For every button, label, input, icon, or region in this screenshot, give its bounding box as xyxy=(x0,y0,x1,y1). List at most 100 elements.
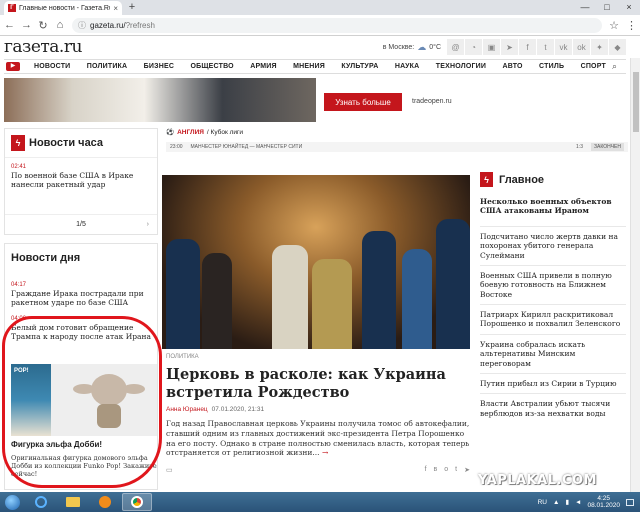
lightning-icon: ϟ xyxy=(480,172,493,187)
telegram-share-icon[interactable]: ➤ xyxy=(464,466,470,474)
menu-item[interactable]: АРМИЯ xyxy=(250,63,277,70)
match-ticker[interactable]: ⚽ АНГЛИЯ / Кубок лиги 23:00 МАНЧЕСТЕР ЮН… xyxy=(166,128,628,160)
menu-item[interactable]: АВТО xyxy=(502,63,522,70)
promo-title[interactable]: Фигурка эльфа Добби! xyxy=(11,440,102,449)
language-indicator[interactable]: RU xyxy=(538,499,547,506)
mail-icon[interactable]: @ xyxy=(447,39,464,55)
weather-widget: в Москве: ☁ 0°C xyxy=(383,42,441,53)
menu-item[interactable]: СТИЛЬ xyxy=(539,63,564,70)
news-day-link[interactable]: Белый дом готовит обращение Трампа к нар… xyxy=(11,323,151,342)
news-day-link[interactable]: Граждане Ирака пострадали при ракетном у… xyxy=(11,289,151,308)
dobby-body xyxy=(97,404,121,428)
main-news-item[interactable]: Военных США привели в полную боевую гото… xyxy=(480,264,626,304)
video-small-icon[interactable]: ▭ xyxy=(166,466,173,474)
forward-icon[interactable]: → xyxy=(21,19,32,31)
next-arrow-icon[interactable]: › xyxy=(147,221,149,228)
menu-item[interactable]: БИЗНЕС xyxy=(144,63,174,70)
menu-item[interactable]: НОВОСТИ xyxy=(34,63,70,70)
close-window-button[interactable]: × xyxy=(618,0,640,15)
ok-share-icon[interactable]: o xyxy=(444,466,448,474)
main-news-item[interactable]: Подсчитано число жертв давки на похорона… xyxy=(480,225,626,265)
scrollbar-thumb[interactable] xyxy=(633,72,639,132)
start-button[interactable] xyxy=(0,492,24,512)
facebook-share-icon[interactable]: f xyxy=(425,466,427,474)
system-tray: RU ▲ ▮ ◄ 4:25 08.01.2020 xyxy=(538,495,640,509)
lightning-icon: ϟ xyxy=(11,135,25,151)
url-field[interactable]: ⓘ gazeta.ru/?refresh xyxy=(72,17,602,33)
address-bar: ← → ↻ ⌂ ⓘ gazeta.ru/?refresh ☆ ⋮ xyxy=(0,15,640,36)
windows-orb-icon xyxy=(4,494,20,510)
site-header: газета.ru в Москве: ☁ 0°C @ ◔ ▣ ➤ f t vk… xyxy=(0,36,630,58)
learn-more-button[interactable]: Узнать больше xyxy=(324,93,402,111)
facebook-icon[interactable]: f xyxy=(519,39,536,55)
taskbar-ie[interactable] xyxy=(26,493,56,511)
taskbar-chrome[interactable] xyxy=(122,493,152,511)
home-icon[interactable]: ⌂ xyxy=(55,19,65,31)
clock[interactable]: 4:25 08.01.2020 xyxy=(587,495,620,509)
news-hour-header: ϟ Новости часа xyxy=(5,129,157,158)
zen-icon[interactable]: ✦ xyxy=(591,39,608,55)
menu-item[interactable]: КУЛЬТУРА xyxy=(341,63,378,70)
news-hour-link[interactable]: По военной базе США в Ираке нанесли раке… xyxy=(11,171,151,190)
article-lead-text: Год назад Православная церковь Украины п… xyxy=(166,419,470,458)
network-icon[interactable]: ▮ xyxy=(565,498,569,506)
ad-url[interactable]: tradeopen.ru xyxy=(412,98,452,105)
minimize-button[interactable]: — xyxy=(574,0,596,15)
menu-dots-icon[interactable]: ⋮ xyxy=(626,19,637,32)
main-news-lead[interactable]: Несколько военных объектов США атакованы… xyxy=(480,197,626,216)
menu-item[interactable]: ТЕХНОЛОГИИ xyxy=(436,63,486,70)
show-hidden-icons-icon[interactable]: ▲ xyxy=(553,499,559,506)
funko-logo: POP! xyxy=(14,368,29,374)
info-icon[interactable]: ⓘ xyxy=(78,20,86,31)
article-photo[interactable] xyxy=(162,175,470,349)
odnoklassniki-icon[interactable]: ok xyxy=(573,39,590,55)
window-controls: — □ × xyxy=(574,0,640,15)
football-icon: ⚽ xyxy=(166,129,175,136)
menu-item[interactable]: МНЕНИЯ xyxy=(293,63,325,70)
ad-banner[interactable]: Узнать больше tradeopen.ru xyxy=(4,78,626,122)
main-news-item[interactable]: Власти Австралии убьют тысячи верблюдов … xyxy=(480,393,626,423)
promo-description[interactable]: Оригинальная фигурка домового эльфа Добб… xyxy=(11,454,157,478)
bookmark-star-icon[interactable]: ☆ xyxy=(609,19,619,32)
volume-icon[interactable]: ◄ xyxy=(575,499,581,506)
menu-item[interactable]: СПОРТ xyxy=(581,63,606,70)
new-tab-button[interactable]: + xyxy=(126,2,138,14)
main-news-item[interactable]: Украина собралась искать альтернативы Ми… xyxy=(480,333,626,373)
search-icon[interactable]: ⌕ xyxy=(612,61,626,72)
dzen-icon[interactable]: ◆ xyxy=(609,39,626,55)
site-logo[interactable]: газета.ru xyxy=(4,37,82,57)
video-icon[interactable]: ▶ xyxy=(6,62,20,71)
rss-icon[interactable]: ◔ xyxy=(465,39,482,55)
url-path: ?refresh xyxy=(125,20,155,30)
menu-item[interactable]: ОБЩЕСТВО xyxy=(190,63,233,70)
vk-icon[interactable]: vk xyxy=(555,39,572,55)
menu-item[interactable]: ПОЛИТИКА xyxy=(87,63,127,70)
article-title[interactable]: Церковь в расколе: как Украина встретила… xyxy=(166,366,470,402)
taskbar-media[interactable] xyxy=(90,493,120,511)
match-country: АНГЛИЯ xyxy=(177,128,204,136)
dobby-figure-image[interactable]: POP! xyxy=(11,364,157,436)
flipboard-icon[interactable]: ▣ xyxy=(483,39,500,55)
article-lead[interactable]: Год назад Православная церковь Украины п… xyxy=(166,419,470,458)
article-author[interactable]: Анна Юранец xyxy=(166,406,208,413)
article-category[interactable]: ПОЛИТИКА xyxy=(166,354,199,360)
close-tab-icon[interactable]: × xyxy=(113,4,118,13)
page-scrollbar[interactable] xyxy=(630,58,640,492)
maximize-button[interactable]: □ xyxy=(596,0,618,15)
menu-burger[interactable]: ▶ xyxy=(4,60,34,73)
news-hour-time: 02:41 xyxy=(11,164,27,170)
back-icon[interactable]: ← xyxy=(4,19,15,31)
show-desktop-button[interactable] xyxy=(626,498,634,506)
browser-tab[interactable]: Г Главные новости - Газета.Ru × xyxy=(4,1,122,15)
news-hour-panel: ϟ Новости часа 02:41 По военной базе США… xyxy=(4,128,158,235)
telegram-icon[interactable]: ➤ xyxy=(501,39,518,55)
main-news-item[interactable]: Патриарх Кирилл раскритиковал Порошенко … xyxy=(480,304,626,334)
vk-share-icon[interactable]: в xyxy=(434,466,438,474)
twitter-icon[interactable]: t xyxy=(537,39,554,55)
taskbar-explorer[interactable] xyxy=(58,493,88,511)
twitter-share-icon[interactable]: t xyxy=(455,466,457,474)
reload-icon[interactable]: ↻ xyxy=(38,19,48,32)
read-more-arrow[interactable]: → xyxy=(322,448,328,457)
menu-item[interactable]: НАУКА xyxy=(395,63,420,70)
main-news-item[interactable]: Путин прибыл из Сирии в Турцию xyxy=(480,372,626,393)
